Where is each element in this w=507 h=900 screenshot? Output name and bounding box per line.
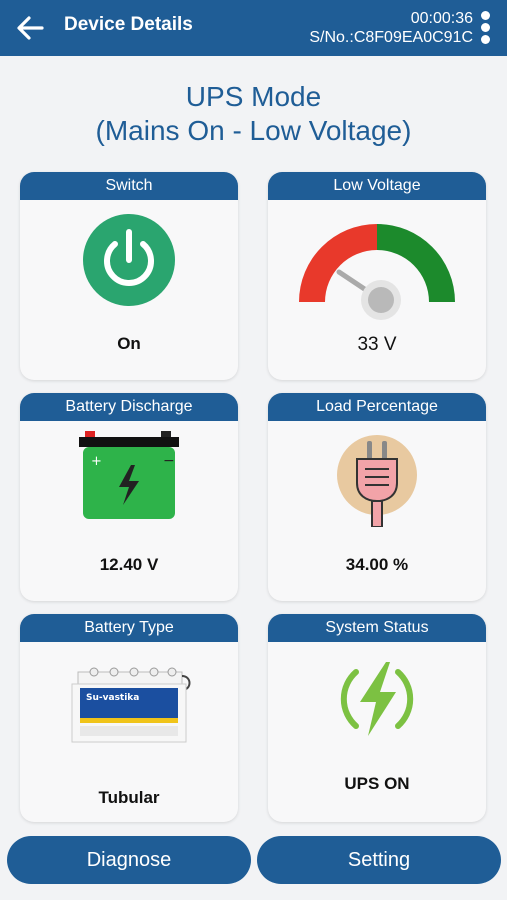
battery-type-value: Tubular [98, 788, 160, 807]
app-header: Device Details 00:00:36 S/No.:C8F09EA0C9… [0, 0, 507, 56]
battery-brand-label: Su-vastika [86, 693, 139, 703]
switch-value: On [117, 334, 141, 353]
mode-title: UPS Mode (Mains On - Low Voltage) [0, 80, 507, 148]
elapsed-time: 00:00:36 [410, 10, 473, 27]
voltage-card[interactable]: Low Voltage 33 V [268, 172, 486, 380]
lightning-icon [268, 656, 486, 747]
mode-line-2: (Mains On - Low Voltage) [95, 115, 412, 146]
setting-button[interactable]: Setting [257, 836, 501, 884]
battery-type-card-title: Battery Type [20, 614, 238, 642]
system-status-value: UPS ON [344, 774, 410, 793]
load-value: 34.00 % [345, 555, 409, 574]
mode-line-1: UPS Mode [185, 81, 322, 112]
back-arrow-icon[interactable] [12, 10, 48, 46]
serial-number: S/No.:C8F09EA0C91C [309, 29, 473, 46]
battery-product-icon: Su-vastika [20, 666, 238, 751]
load-card[interactable]: Load Percentage 34.00 % [268, 393, 486, 601]
battery-icon: + − [20, 431, 238, 528]
battery-discharge-value: 12.40 V [99, 555, 159, 574]
battery-type-card[interactable]: Battery Type Su-vastika Tubular [20, 614, 238, 822]
system-status-card-title: System Status [268, 614, 486, 642]
system-status-card[interactable]: System Status UPS ON [268, 614, 486, 822]
gauge-icon [268, 220, 486, 329]
voltage-card-title: Low Voltage [268, 172, 486, 200]
page-title: Device Details [64, 14, 193, 35]
load-card-title: Load Percentage [268, 393, 486, 421]
switch-card-title: Switch [20, 172, 238, 200]
voltage-value: 33 V [357, 334, 397, 355]
power-icon[interactable] [20, 212, 238, 313]
more-menu-icon[interactable] [479, 11, 491, 45]
switch-card[interactable]: Switch On [20, 172, 238, 380]
battery-discharge-card[interactable]: Battery Discharge + − 12.40 V [20, 393, 238, 601]
svg-text:+: + [91, 454, 102, 469]
battery-discharge-card-title: Battery Discharge [20, 393, 238, 421]
svg-text:−: − [163, 453, 175, 469]
plug-icon [268, 435, 486, 532]
diagnose-button[interactable]: Diagnose [7, 836, 251, 884]
